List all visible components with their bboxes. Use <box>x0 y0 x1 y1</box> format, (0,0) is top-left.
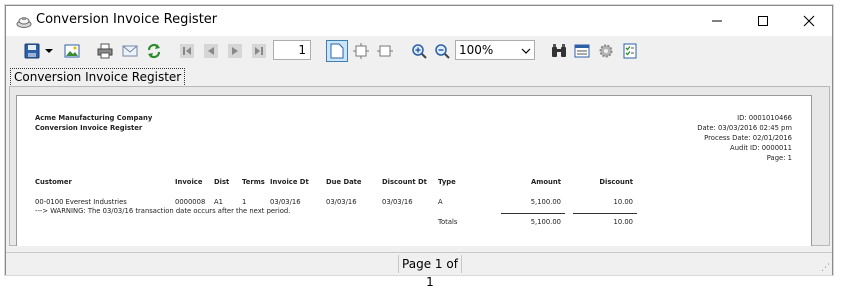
refresh-icon <box>147 43 161 59</box>
minimize-button[interactable] <box>694 6 740 36</box>
company-name: Acme Manufacturing Company <box>35 114 153 122</box>
checklist-icon <box>623 43 637 59</box>
warning-line: ---> WARNING: The 03/03/16 transaction d… <box>35 207 291 215</box>
column-header-due-date: Due Date <box>326 178 362 186</box>
column-header-invoice: Invoice <box>175 178 203 186</box>
chevron-down-icon <box>45 49 53 53</box>
report-date: Date: 03/03/2016 02:45 pm <box>697 124 792 132</box>
find-button[interactable] <box>548 40 570 62</box>
resize-grip-icon[interactable]: ⋰ <box>821 263 830 273</box>
fit-width-icon <box>377 45 393 57</box>
fit-page-icon <box>353 43 369 59</box>
zoom-out-button[interactable] <box>431 40 453 62</box>
save-icon <box>24 43 40 59</box>
last-page-icon <box>252 44 266 58</box>
column-header-discount-dt: Discount Dt <box>382 178 427 186</box>
fit-width-button[interactable] <box>374 40 396 62</box>
row-type: A <box>438 198 443 206</box>
next-page-button[interactable] <box>224 40 246 62</box>
zoom-out-icon <box>435 44 450 59</box>
export-image-button[interactable] <box>61 40 83 62</box>
minimize-icon <box>712 20 722 22</box>
row-dist: A1 <box>214 198 223 206</box>
row-due-date: 03/03/16 <box>326 198 357 206</box>
column-header-invoice-dt: Invoice Dt <box>270 178 309 186</box>
column-header-dist: Dist <box>214 178 230 186</box>
email-button[interactable] <box>119 40 141 62</box>
document-tab[interactable]: Conversion Invoice Register <box>10 68 186 87</box>
previous-page-button[interactable] <box>200 40 222 62</box>
print-button[interactable] <box>94 40 116 62</box>
first-page-button[interactable] <box>176 40 198 62</box>
row-terms: 1 <box>242 198 247 206</box>
process-date: Process Date: 02/01/2016 <box>704 134 792 142</box>
page-setup-button[interactable] <box>571 40 593 62</box>
first-page-icon <box>180 44 194 58</box>
binoculars-icon <box>552 44 566 57</box>
row-discount: 10.00 <box>613 198 633 206</box>
audit-id: Audit ID: 0000011 <box>730 144 792 152</box>
amount-total-rule <box>501 213 565 214</box>
next-page-icon <box>228 44 242 58</box>
export-options-button[interactable] <box>619 40 641 62</box>
envelope-icon <box>122 45 138 57</box>
page-icon <box>330 43 344 59</box>
page-number-input[interactable]: 1 <box>273 40 311 60</box>
row-invoice-dt: 03/03/16 <box>270 198 301 206</box>
report-viewer-area[interactable]: Acme Manufacturing Company Conversion In… <box>9 86 830 246</box>
zoom-value: 100% <box>459 43 494 57</box>
maximize-icon <box>758 16 768 26</box>
zoom-select[interactable]: 100% <box>455 40 535 60</box>
column-header-discount: Discount <box>599 178 633 186</box>
toolbar: 1 100% <box>6 37 832 65</box>
discount-total-rule <box>573 213 637 214</box>
row-invoice: 0000008 <box>175 198 206 206</box>
status-bar: Page 1 of 1 ⋰ <box>6 252 832 289</box>
last-page-button[interactable] <box>248 40 270 62</box>
row-discount-dt: 03/03/16 <box>382 198 413 206</box>
window-title: Conversion Invoice Register <box>36 12 218 27</box>
report-viewer-window: Conversion Invoice Register 1 100% Conve… <box>5 5 833 289</box>
refresh-button[interactable] <box>143 40 165 62</box>
previous-page-icon <box>204 44 218 58</box>
printer-icon <box>97 43 113 59</box>
row-amount: 5,100.00 <box>530 198 561 206</box>
title-bar: Conversion Invoice Register <box>6 6 832 36</box>
report-id: ID: 0001010466 <box>737 114 792 122</box>
close-button[interactable] <box>786 6 832 36</box>
column-header-terms: Terms <box>242 178 265 186</box>
close-icon <box>803 15 815 27</box>
column-header-amount: Amount <box>531 178 561 186</box>
chevron-down-icon <box>521 43 531 61</box>
zoom-in-button[interactable] <box>408 40 430 62</box>
gear-icon <box>599 44 613 58</box>
report-page: Acme Manufacturing Company Conversion In… <box>16 95 812 246</box>
page-status: Page 1 of 1 <box>398 255 462 289</box>
save-button[interactable] <box>21 40 43 62</box>
column-header-customer: Customer <box>35 178 72 186</box>
totals-amount: 5,100.00 <box>530 218 561 226</box>
fit-page-button[interactable] <box>350 40 372 62</box>
maximize-button[interactable] <box>740 6 786 36</box>
save-dropdown-button[interactable] <box>43 40 55 62</box>
totals-label: Totals <box>438 218 458 226</box>
row-customer: 00-0100 Everest Industries <box>35 198 127 206</box>
zoom-in-icon <box>412 44 427 59</box>
report-title: Conversion Invoice Register <box>35 124 143 132</box>
page-setup-icon <box>574 44 590 58</box>
single-page-view-button[interactable] <box>326 40 348 62</box>
settings-button[interactable] <box>595 40 617 62</box>
page-indicator: Page: 1 <box>766 154 792 162</box>
image-icon <box>64 44 80 58</box>
app-icon <box>16 14 32 28</box>
column-header-type: Type <box>438 178 456 186</box>
totals-discount: 10.00 <box>613 218 633 226</box>
